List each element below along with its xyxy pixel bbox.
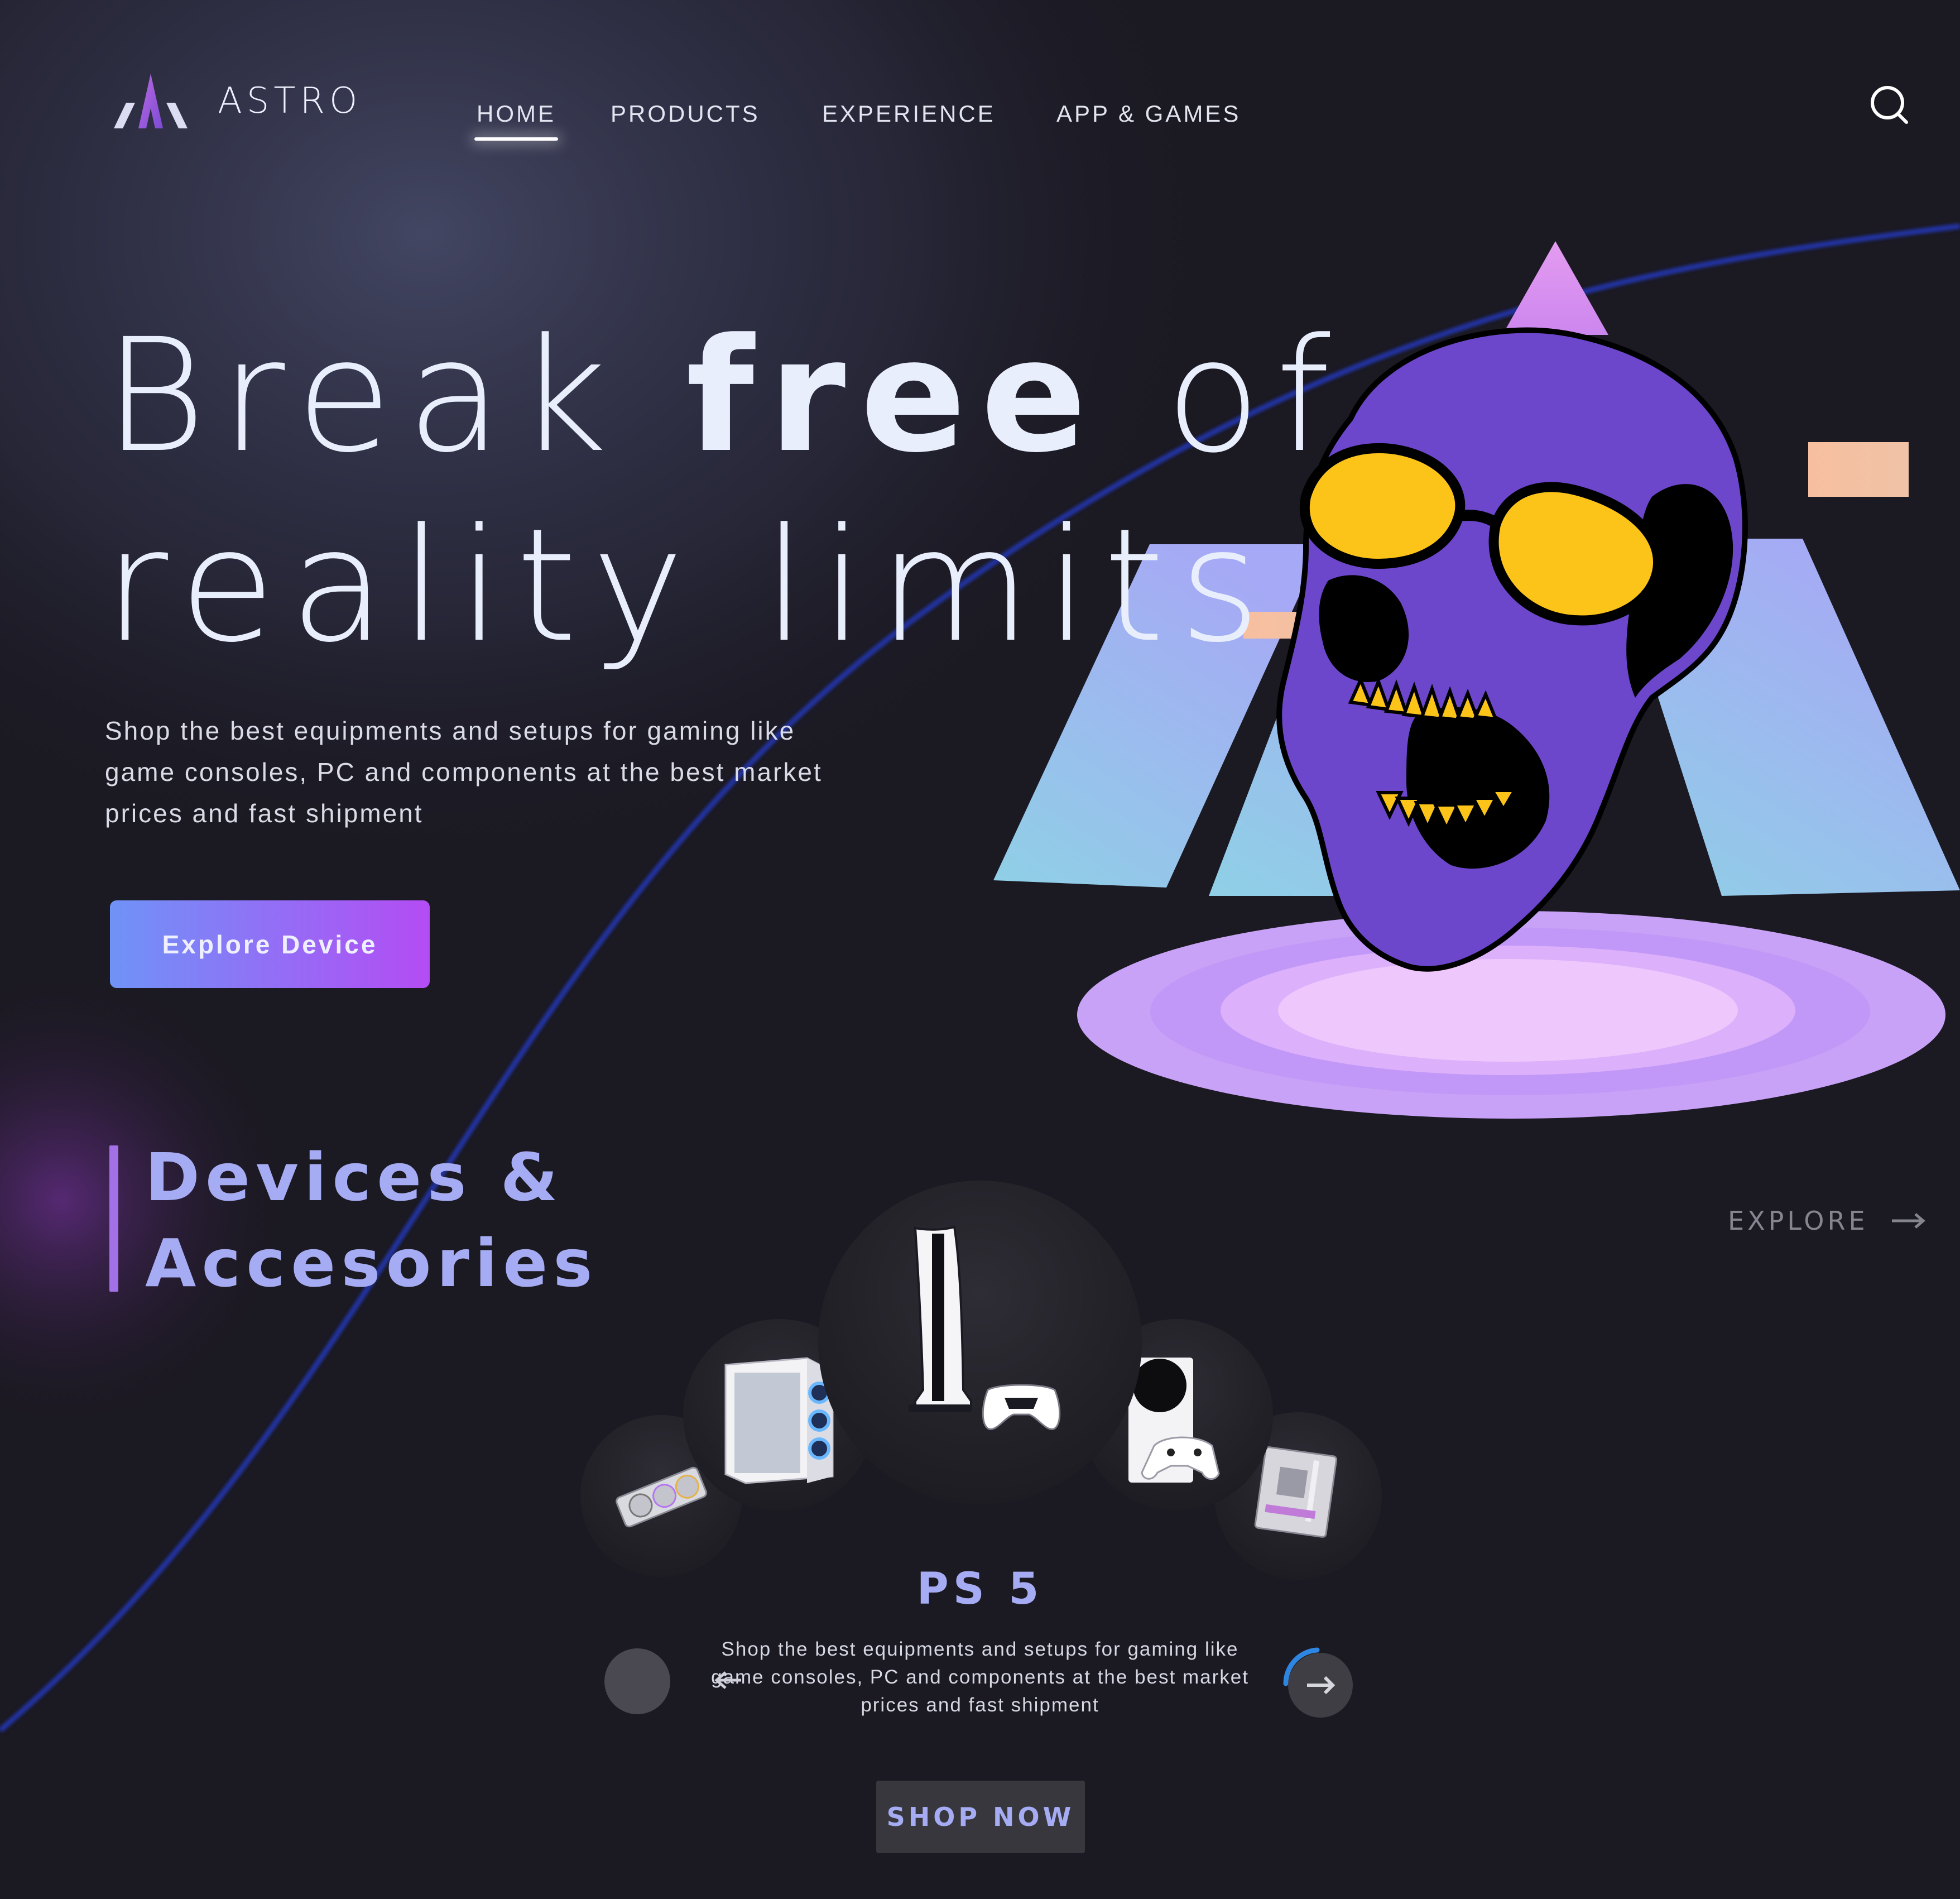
arrow-right-icon <box>1891 1213 1925 1229</box>
peach-bar-right <box>1808 442 1909 497</box>
explore-device-button[interactable]: Explore Device <box>110 900 430 988</box>
carousel-prev-button[interactable] <box>604 1648 670 1714</box>
device-carousel <box>580 1181 1382 1580</box>
hero-title-word-break: Break <box>104 305 622 487</box>
nav-item-experience[interactable]: EXPERIENCE <box>822 100 996 127</box>
hero-subtitle: Shop the best equipments and setups for … <box>105 716 823 828</box>
pink-triangle-shape <box>1502 241 1608 335</box>
devices-section-title: Devices & Accesories <box>145 1134 598 1306</box>
search-icon <box>1871 86 1908 124</box>
search-button[interactable] <box>1867 84 1912 128</box>
nav-item-products[interactable]: PRODUCTS <box>611 100 760 127</box>
hero-title-line-1: Break free of <box>104 301 1345 491</box>
selected-product-name: PS 5 <box>916 1564 1044 1614</box>
hero-title-word-free: free <box>686 305 1102 487</box>
arrow-left-icon[interactable] <box>714 1669 742 1691</box>
hero-title: Break free of reality limits <box>104 301 1345 681</box>
explore-label: EXPLORE <box>1728 1206 1868 1236</box>
devices-title-line-1: Devices & <box>145 1139 564 1216</box>
devices-title-line-2: Accesories <box>145 1225 598 1302</box>
selected-product-description: Shop the best equipments and setups for … <box>711 1638 1249 1716</box>
skull-figure <box>1276 327 1748 972</box>
nav-item-home[interactable]: HOME <box>474 100 558 141</box>
hero-title-word-of: of <box>1165 305 1345 487</box>
section-accent-bar <box>109 1145 118 1292</box>
carousel-next-button[interactable] <box>1275 1639 1364 1728</box>
shop-now-button[interactable]: SHOP NOW <box>876 1781 1085 1853</box>
platform-core <box>1278 959 1738 1062</box>
explore-link[interactable]: EXPLORE <box>1728 1206 1925 1236</box>
main-nav: HOME PRODUCTS EXPERIENCE APP & GAMES <box>0 100 1960 145</box>
hero-title-line-2: reality limits <box>104 495 1275 677</box>
carousel-item-ps5[interactable] <box>818 1181 1142 1504</box>
nav-item-app-games[interactable]: APP & GAMES <box>1056 100 1241 127</box>
